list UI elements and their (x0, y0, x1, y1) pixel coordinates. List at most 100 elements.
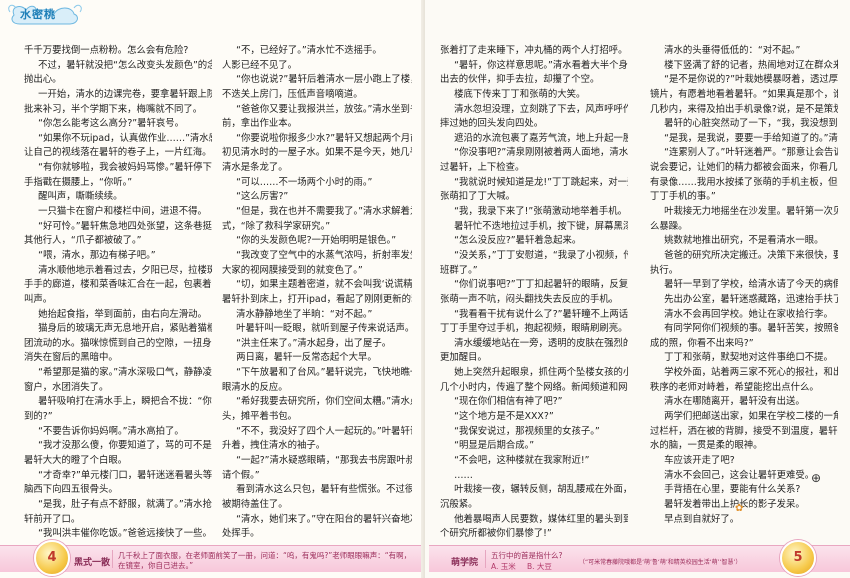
text-line: 水的脑，一贯是柔的眼神。 (650, 440, 763, 452)
text-line: 轩前开了口。 (24, 513, 81, 525)
text-line: 暑轩扑到床上，打开ipad，看起了刚刚更新的动画。 (222, 293, 412, 305)
text-line: “你也说说?”暑轩后着清水一层小跑上了楼，忙 (236, 74, 412, 86)
text-line: “但是，我在也并不需要我了。”清水求解着为程 (236, 206, 412, 218)
zoom-in-icon[interactable]: ⊕ (811, 471, 821, 485)
text-line: 摔过她的回头发向四处。 (440, 118, 544, 130)
text-line: 请个假。” (222, 469, 260, 481)
text-line: “你们说事吧?”丁丁扣起暑轩的眼睛，反复检查， (454, 279, 628, 291)
text-line: “是我，是我说，要要一手给知道了的。”清水说。 (664, 132, 838, 144)
text-line: 看到清水这么只包，暑轩有些慌张。不过很快，就 (236, 484, 412, 496)
text-line: 猫身后的玻璃无声无息地开启，紧贴着猫框的，是一 (38, 323, 212, 335)
text-line: “不，已经好了。”清水忙不迭摇手。 (236, 45, 382, 56)
text-line: “一起?”清水疑惑眼睛，“那我去书房跟叶叔叔 (236, 454, 412, 466)
text-line: 消失在窗后的黑暗中。 (24, 352, 118, 364)
text-line: 过栏杆，洒在被的背脚，接受不到温度，暑轩看着到了清 (650, 425, 838, 437)
magazine-spread: 水密桃 千千万要找倒一点粉粉。怎么会有危险? 不过，暑轩就没把“怎么改变头发颜色”… (0, 0, 850, 578)
text-line: 楼下竖满了舒的记者，热闹地对辽在群众来回。 (664, 59, 838, 71)
text-line: “我保安说过，那视频里的女孩子。” (454, 425, 600, 437)
text-line: 她抬起食指，举到面前，由右向左滑动。 (38, 308, 207, 320)
footer-quiz-option-a: A. 玉米 (491, 562, 516, 571)
text-line: 被期待盖住了。 (222, 498, 288, 510)
text-line: “可以……不一场两个小时的雨。” (236, 176, 373, 188)
text-line: 秩序的老师对峙着，希望能挖出点什么。 (650, 381, 819, 393)
text-line: 清水不会回己，这会让暑轩更难受。 (664, 469, 815, 481)
text-line: 张萌一声不吭，闷头翻找失去反应的手机。 (440, 293, 619, 305)
text-line: 头，摊平着书包。 (222, 411, 298, 423)
text-line: 几秒内，来得及拍出手机录像?说，是不是策划好的?” (650, 103, 838, 115)
text-line: “不会吧，这种楼就在我家附近!” (454, 454, 590, 466)
text-column-4: 清水的头垂得低低的：“对不起。” 楼下竖满了舒的记者，热闹地对辽在群众来回。 “是不… (650, 44, 838, 527)
text-column-1: 千千万要找倒一点粉粉。怎么会有危险? 不过，暑轩就没把“怎么改变头发颜色”的念头抛… (24, 44, 212, 542)
text-line: 抛出心。 (24, 74, 62, 86)
text-line: “才奇幸?”单元楼门口，暑轩迷迷看暑头等着。 (38, 469, 212, 481)
right-page: 张着打了走来睡下，冲丸桶的两个人打招呼。 “暑轩，你这样意思呢。”清水看着大半个身… (425, 0, 850, 578)
footer-quiz-option-b: B. 大豆 (527, 562, 552, 571)
left-footer: 4 黑式一散 几千秋上了面衣服，在老师面前笑了一册，问道：“呜，有鬼吗?”老师眼… (0, 540, 421, 578)
text-line: 车应该开走了吧? (664, 454, 735, 466)
text-line: 暑轩吸响打在清水手上，瞬把合不拢：“你怎么做 (38, 396, 212, 408)
text-line: 暑轩大大的瞪了个白眼。 (24, 454, 128, 466)
text-line: 清水在哪随离开，暑轩没有出送。 (664, 396, 805, 408)
text-line: 丁丁手里夺过手机，抱起视频，眼睛刷刷亮。 (440, 323, 628, 335)
text-line: 大家的视网膜接受到的就变色了。” (222, 264, 363, 276)
text-line: 初见清水时的一屋子水。如果不是今天，她几乎要忘记 (222, 147, 412, 159)
text-line: 暑轩的心脏突然动了一下，“我，我没想到……” (664, 118, 838, 130)
text-line: “怎么没反应?”暑轩着急起来。 (454, 235, 582, 247)
text-line: “明显是后期合成。” (454, 440, 535, 452)
text-line: 先出办公室，暑轩迷惑藏路，迅速抬手扶了下眼睛。 (664, 293, 838, 305)
footer-quiz-question: 五行中的首是指什么? (491, 551, 563, 560)
text-line: 手手的廊道，楼和菜香味汇合在一起，包裹着猫的呜 (24, 279, 212, 291)
text-line: 手背捂在心里，要能有什么关系? (664, 484, 801, 496)
text-line: “暑轩，你这样意思呢。”清水看着大半个身子探 (454, 59, 628, 71)
text-line: 他着暴喝声人民要数，媒体红里的暑头到到研究所儿上“整 (454, 513, 628, 525)
text-line: “我就说时候知道是龙!”丁丁跳起来，对一旁的 (454, 176, 628, 188)
footer-divider (112, 550, 113, 568)
footer-note: （“可米常春藤院哦都是‘萌’鲁‘萌’和精英校园生活‘萌’‘智慧’） (579, 559, 742, 566)
page-number: 4 (34, 540, 70, 576)
text-line: 张萌扣了丁大喊。 (440, 191, 516, 203)
text-line: “洪主任来了。”清水起身，出了屋子。 (236, 337, 392, 349)
text-line: “现在你们相信有神了吧?” (454, 396, 563, 408)
text-line: “喂，清水，那边有梯子吧。” (38, 249, 156, 261)
text-line: 清水不会再回学校。她让在家收拾行李。 (664, 308, 833, 320)
footer-section-title: 黑式一散 (74, 558, 111, 568)
footer-joke-line-2: 在镜室，你自己进去。” (118, 561, 194, 570)
text-column-2: “不，已经好了。”清水忙不迭摇手。 人影已经不见了。 “你也说说?”暑轩后着清水一层… (222, 44, 412, 542)
right-footer: 萌学院 五行中的首是指什么? A. 玉米 B. 大豆 （“可米常春藤院哦都是‘萌… (429, 540, 850, 578)
text-line: 清水是条龙了。 (222, 162, 288, 174)
text-line: 楼底下传来丁丁和张萌的大笑。 (454, 88, 586, 100)
text-line: 出去的伙伴，抑手去拉，却攥了个空。 (440, 74, 600, 86)
text-line: 清水忽坦没理，立刻跳了下去，风声呼呼作响，释 (454, 103, 628, 115)
text-line: 成的照，你看不出来吗?” (650, 337, 754, 349)
text-line: 醒叫声，嘶嘶续续。 (38, 191, 123, 203)
text-line: “我改变了空气中的水蒸气浓吗，折射率发生改变， (236, 249, 412, 261)
text-line: “这么厉害?” (236, 191, 289, 203)
text-line: 前，拿出作业本。 (222, 118, 298, 130)
text-line: 一开始，清水的边课完卷，要拿暑轩跟上院外开小 (38, 88, 212, 100)
text-line: 有同学阿你们视频的事。暑轩苦笑，按照爸爸教的“合 (664, 323, 838, 335)
text-line: “清水，她们来了。”守在阳台的暑轩兴奋地冲远 (236, 513, 412, 525)
magazine-logo-text: 水密桃 (20, 8, 56, 21)
text-line: 千千万要找倒一点粉粉。怎么会有危险? (24, 45, 189, 56)
text-line: 姚数就地推出研究，不是看清水一眼。 (664, 235, 824, 247)
text-line: “你没事吧?”清泉刚刚被着两人面地，清水就扣 (454, 147, 628, 159)
text-line: 窗户，水团消失了。 (24, 381, 109, 393)
text-line: 眼清水的反应。 (222, 381, 288, 393)
text-line: 早点到自就好了。 (664, 513, 740, 525)
text-line: 两日离，暑轩一反常态起个大早。 (236, 352, 377, 364)
text-line: 丁丁手机的事。” (650, 191, 716, 203)
text-line: “我才没那么傻，你要知道了，骂的可不是你。” (38, 440, 212, 452)
footer-divider (485, 550, 486, 568)
text-line: 说会要记，让她们的精力都被会面来，你看几天，不 (650, 162, 838, 174)
text-line: 爸爸的研究所决定搬迁。决策下来很快，要求立刻 (664, 249, 838, 261)
text-line: 两学们把邮送出家，如果在学校二楼的一角，夕阳透 (664, 411, 838, 423)
left-page: 水密桃 千千万要找倒一点粉粉。怎么会有危险? 不过，暑轩就没把“怎么改变头发颜色”… (0, 0, 425, 578)
text-line: 团流动的水。猫咪惊慌到自己的空隙，一扭身体，扑通 (24, 337, 212, 349)
text-line: 叫声。 (24, 293, 53, 305)
text-line: 丁丁和张萌，默契地对这件事绝口不提。 (664, 352, 833, 364)
text-line: “你的头发颜色呢?一开始明明是银色。” (236, 235, 397, 247)
text-line: 一只猫卡在窗户和楼栏中间，进退不得。 (38, 206, 207, 218)
text-line: 脑西下向四五很骨头。 (24, 484, 118, 496)
text-line: “有你就够啦，我会被妈妈骂惨。”暑轩停下来， (38, 162, 212, 174)
text-line: 有录像……我用水按揉了张萌的手机主板，但不知道 (650, 176, 838, 188)
